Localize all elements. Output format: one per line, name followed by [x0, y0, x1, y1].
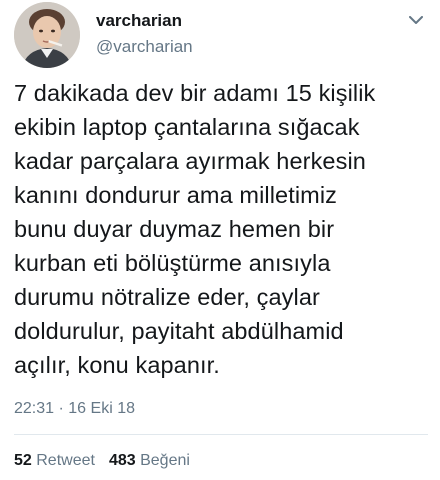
user-handle[interactable]: @varcharian — [96, 37, 193, 57]
tweet-card: varcharian @varcharian 7 dakikada dev bi… — [0, 0, 440, 480]
tweet-stats: 52 Retweet 483 Beğeni — [14, 452, 190, 470]
retweet-count: 52 — [14, 452, 32, 469]
like-count-link[interactable]: 483 Beğeni — [109, 452, 190, 469]
tweet-timestamp[interactable]: 22:31 · 16 Eki 18 — [14, 400, 135, 418]
like-label: Beğeni — [140, 452, 190, 469]
tweet-text: 7 dakikada dev bir adamı 15 kişilik ekib… — [14, 80, 376, 378]
avatar-photo — [14, 2, 80, 68]
display-name[interactable]: varcharian — [96, 11, 182, 31]
chevron-down-icon — [409, 15, 423, 24]
like-count: 483 — [108, 452, 136, 469]
divider — [14, 434, 428, 435]
meta-separator: · — [58, 400, 64, 417]
retweet-count-link[interactable]: 52 Retweet — [14, 452, 95, 469]
avatar[interactable] — [14, 2, 80, 68]
tweet-date: 16 Eki 18 — [68, 400, 135, 417]
tweet-time: 22:31 — [14, 400, 55, 417]
more-options-button[interactable] — [404, 10, 428, 30]
retweet-label: Retweet — [36, 452, 95, 469]
